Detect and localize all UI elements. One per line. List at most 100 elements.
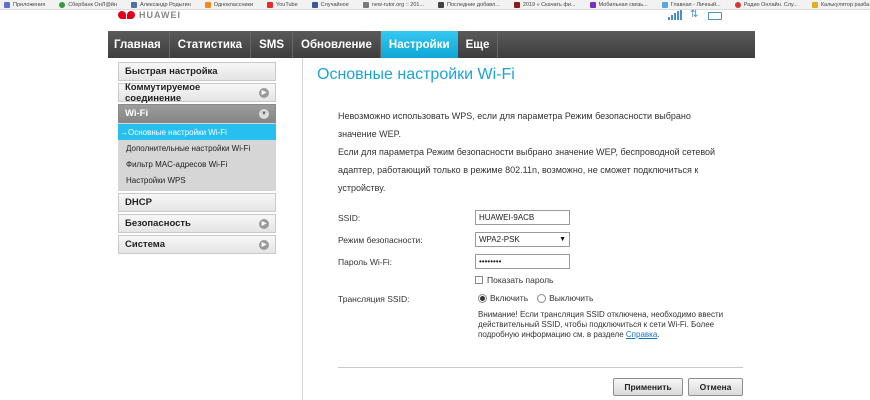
broadcast-enable-label: Включить [490,293,529,303]
bookmark-item[interactable]: Главная - Личный... [658,1,721,8]
logo-word: HUAWEI [139,10,181,20]
info-text: Невозможно использовать WPS, если для па… [338,107,738,197]
bookmark-label: Приложения [13,1,46,8]
cancel-button[interactable]: Отмена [688,378,743,396]
sidebar-item-label: Коммутируемое соединение [125,81,201,104]
expand-icon: ▶ [259,87,269,98]
bookmark-label: Одноклассники [213,1,254,8]
bookmark-label: 2019 » Скачать фи... [522,1,576,8]
help-link[interactable]: Справка [626,330,657,339]
bookmark-label: Александр Родыгин [140,1,191,8]
submenu-item-wps[interactable]: Настройки WPS [118,172,276,188]
form-divider [338,367,743,368]
logo-petal-icon [118,11,126,19]
info-line: Невозможно использовать WPS, если для па… [338,111,691,121]
ssid-input[interactable]: HUAWEI-9ACB [475,210,570,225]
content-divider [302,58,303,400]
sidebar-item-label: Wi-Fi [125,108,149,119]
broadcast-enable-radio[interactable] [478,293,487,303]
bookmark-label: new-rutor.org :: 201... [371,1,425,8]
apply-button[interactable]: Применить [613,378,683,396]
sidebar-item-label: Безопасность [125,218,191,229]
show-password-label: Показать пароль [487,275,554,285]
info-line: значение WEP. [338,129,401,139]
password-input[interactable]: •••••••• [475,254,570,269]
data-transfer-icon: ⇅ [690,9,699,20]
main-nav: Главная Статистика SMS Обновление Настро… [108,31,755,58]
info-line: адаптер, работающий только в режиме 802.… [338,165,699,175]
bookmark-item[interactable]: YouTube [263,1,298,8]
bookmark-label: YouTube [276,1,298,8]
submenu-item-advanced-wifi[interactable]: Дополнительные настройки Wi-Fi [118,140,276,156]
broadcast-disable-label: Выключить [549,293,594,303]
show-password-row: Показать пароль [475,275,553,285]
bookmark-favicon-icon [513,1,520,8]
ssid-label: SSID: [338,213,361,223]
warning-text: Внимание! Если трансляция SSID отключена… [478,310,724,339]
broadcast-enable-option[interactable]: Включить [478,293,528,303]
bookmark-label: Последние добавл... [447,1,500,8]
bookmark-label: Мобильная связь... [598,1,648,8]
bookmark-item[interactable]: Калькулятор разба... [808,1,870,8]
nav-more[interactable]: Еще [458,31,499,58]
info-line: устройству. [338,183,386,193]
sidebar-item-dialup[interactable]: Коммутируемое соединение ▶ [118,81,276,104]
show-password-checkbox[interactable] [475,276,483,284]
sidebar-item-wifi[interactable]: Wi-Fi ▼ [118,104,276,123]
warning-end: . [657,330,660,339]
bookmark-item[interactable]: Сбербанк ОнЛ@йн [55,1,118,8]
nav-statistics[interactable]: Статистика [170,31,252,58]
bookmark-item[interactable]: Александр Родыгин [127,1,191,8]
expand-icon: ▶ [259,239,269,250]
bookmark-label: Главная - Личный... [670,1,721,8]
nav-home[interactable]: Главная [108,31,170,58]
bookmark-item[interactable]: Одноклассники [201,1,254,8]
sidebar-item-label: Быстрая настройка [125,66,218,77]
bookmark-item[interactable]: Случайное [308,1,349,8]
password-label: Пароль Wi-Fi: [338,257,393,267]
bookmark-item[interactable]: Радио Онлайн. Слу... [731,1,798,8]
bookmark-item[interactable]: Мобильная связь... [586,1,648,8]
bookmark-label: Радио Онлайн. Слу... [743,1,798,8]
status-icons: ⇅ [668,9,723,20]
security-mode-select[interactable]: WPA2-PSK ▼ [475,232,570,247]
nav-update[interactable]: Обновление [293,31,381,58]
sidebar-item-dhcp[interactable]: DHCP [118,193,276,212]
ssid-broadcast-label: Трансляция SSID: [338,294,410,304]
sidebar-item-label: Система [125,239,165,250]
bookmark-favicon-icon [589,1,596,8]
sidebar-item-security[interactable]: Безопасность ▶ [118,214,276,233]
bookmark-item[interactable]: Приложения [0,1,46,8]
bookmark-favicon-icon [131,1,138,8]
bookmark-favicon-icon [267,1,274,8]
submenu-item-mac-filter[interactable]: Фильтр MAC-адресов Wi-Fi [118,156,276,172]
bookmark-favicon-icon [438,1,445,8]
bookmark-favicon-icon [311,1,318,8]
bookmark-favicon-icon [661,1,668,8]
bookmark-label: Калькулятор разба... [820,1,870,8]
security-mode-label: Режим безопасности: [338,235,423,245]
submenu-item-basic-wifi[interactable]: →Основные настройки Wi-Fi [118,124,276,140]
broadcast-disable-radio[interactable] [537,293,547,303]
bookmark-favicon-icon [811,1,818,8]
bookmark-item[interactable]: 2019 » Скачать фи... [510,1,576,8]
collapse-icon: ▼ [259,108,269,119]
bookmark-item[interactable]: Последние добавл... [434,1,500,8]
page-title: Основные настройки Wi-Fi [317,66,515,83]
bookmark-favicon-icon [734,1,741,8]
nav-settings[interactable]: Настройки [380,31,458,58]
bookmarks-bar: Приложения Сбербанк ОнЛ@йн Александр Родыг… [0,0,870,10]
header: HUAWEI ⇅ [0,10,870,28]
bookmark-label: Сбербанк ОнЛ@йн [68,1,118,8]
sidebar-item-quick-setup[interactable]: Быстрая настройка [118,62,276,81]
bookmark-label: Случайное [320,1,349,8]
dropdown-arrow-icon: ▼ [559,236,566,243]
info-line: Если для параметра Режим безопасности вы… [338,147,716,157]
nav-sms[interactable]: SMS [251,31,293,58]
sidebar-item-system[interactable]: Система ▶ [118,235,276,254]
bookmark-favicon-icon [362,1,369,8]
bookmark-item[interactable]: new-rutor.org :: 201... [359,1,425,8]
broadcast-disable-option[interactable]: Выключить [537,293,593,303]
bookmark-favicon-icon [204,1,211,8]
computer-icon [708,12,723,20]
